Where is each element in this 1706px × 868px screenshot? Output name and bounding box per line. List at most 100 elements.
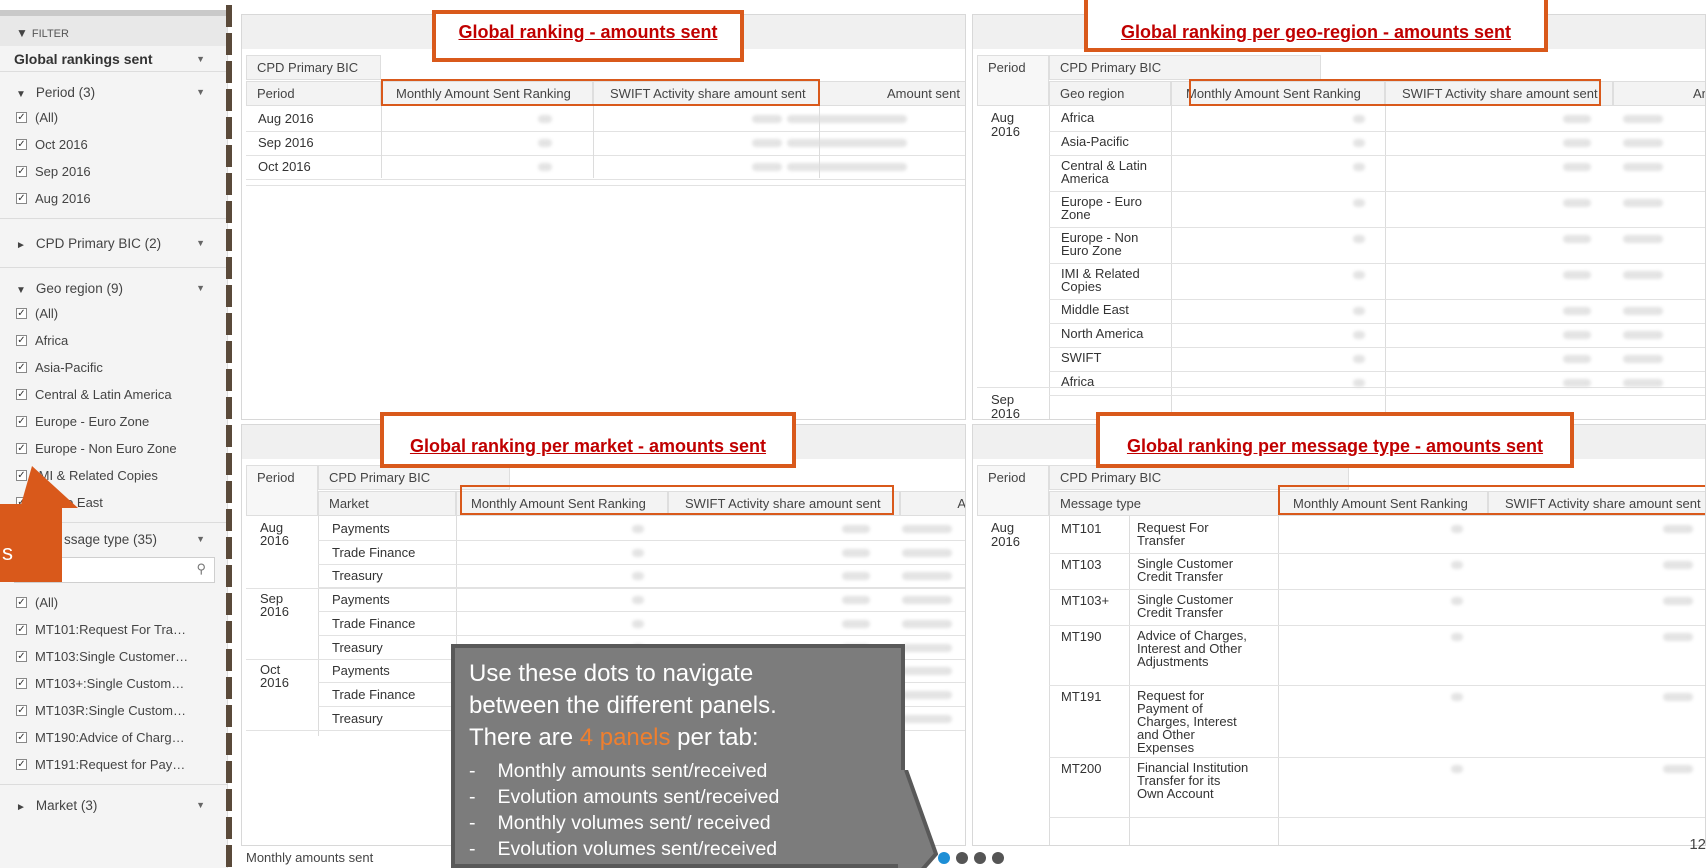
- chevron-down-icon[interactable]: ▼: [196, 238, 205, 248]
- message-desc-cell: Request for Payment of Charges, Interest…: [1137, 688, 1237, 755]
- footer-label: Monthly amounts sent: [246, 850, 374, 865]
- panel-navigation-dots: [938, 852, 1004, 864]
- hidden-value: [1623, 355, 1663, 363]
- filter-option[interactable]: ✓ MT190:Advice of Charg…: [0, 724, 227, 751]
- checkbox[interactable]: ✓: [16, 166, 27, 177]
- hidden-value: [1623, 331, 1663, 339]
- hidden-value: [1663, 561, 1693, 569]
- filter-option[interactable]: ✓ (All): [0, 300, 227, 327]
- checkbox[interactable]: ✓: [16, 678, 27, 689]
- header-share: SWIFT Activity share amount sent: [593, 81, 819, 106]
- filter-option[interactable]: ✓ Africa: [0, 327, 227, 354]
- geo-filter-title[interactable]: ▼ Geo region (9) ▼: [0, 276, 227, 300]
- header-period: Period: [246, 81, 381, 106]
- checkbox[interactable]: ✓: [16, 416, 27, 427]
- hidden-value: [1563, 199, 1591, 207]
- chevron-down-icon[interactable]: ▼: [196, 283, 205, 293]
- filter-option-label: Africa: [35, 333, 69, 348]
- period-cell: Oct 2016: [260, 662, 289, 690]
- period-cell: Aug 2016: [260, 520, 289, 548]
- filter-option[interactable]: ✓ MT103R:Single Custom…: [0, 697, 227, 724]
- panel-title-message-type[interactable]: Global ranking per message type - amount…: [1096, 412, 1574, 468]
- nav-dot-2[interactable]: [956, 852, 968, 864]
- panel-title-global-ranking[interactable]: Global ranking - amounts sent: [432, 10, 744, 62]
- filter-option[interactable]: ✓ Central & Latin America: [0, 381, 227, 408]
- row-divider: [1049, 817, 1705, 818]
- expand-icon[interactable]: ►: [16, 240, 26, 251]
- panel-message-type: Period CPD Primary BIC Message type Mont…: [972, 424, 1706, 846]
- filter-option-label: MT103:Single Customer…: [35, 649, 189, 664]
- panel-title-geo-region[interactable]: Global ranking per geo-region - amounts …: [1084, 0, 1548, 52]
- panel-title-market[interactable]: Global ranking per market - amounts sent: [380, 412, 796, 468]
- checkbox[interactable]: ✓: [16, 624, 27, 635]
- hidden-value: [902, 714, 952, 723]
- chevron-down-icon[interactable]: ▼: [196, 54, 205, 64]
- nav-dot-3[interactable]: [974, 852, 986, 864]
- hidden-value: [842, 619, 870, 628]
- hidden-value: [1563, 307, 1591, 315]
- hidden-value: [752, 139, 782, 147]
- collapse-icon[interactable]: ▼: [16, 285, 26, 296]
- collapse-icon[interactable]: ▼: [16, 89, 26, 100]
- market-filter-title[interactable]: ► Market (3) ▼: [0, 793, 227, 817]
- checkbox[interactable]: ✓: [16, 759, 27, 770]
- splitter-handle[interactable]: [226, 5, 232, 868]
- chevron-down-icon[interactable]: ▼: [196, 534, 205, 544]
- page-number: 12: [1689, 836, 1706, 853]
- filter-option[interactable]: ✓ MT103+:Single Custom…: [0, 670, 227, 697]
- cpd-filter-title[interactable]: ► CPD Primary BIC (2) ▼: [0, 231, 227, 255]
- hidden-value: [1353, 235, 1365, 243]
- filter-option[interactable]: ✓ MT191:Request for Pay…: [0, 751, 227, 778]
- hidden-value: [1663, 765, 1693, 773]
- hidden-value: [902, 667, 952, 676]
- hidden-value: [1353, 163, 1365, 171]
- message-code-cell: MT101: [1061, 521, 1102, 536]
- checkbox[interactable]: ✓: [16, 705, 27, 716]
- checkbox[interactable]: ✓: [16, 139, 27, 150]
- checkbox[interactable]: ✓: [16, 597, 27, 608]
- checkbox[interactable]: ✓: [16, 112, 27, 123]
- expand-icon[interactable]: ►: [16, 802, 26, 813]
- filter-option[interactable]: ✓ Oct 2016: [0, 131, 227, 158]
- hidden-value: [1623, 163, 1663, 171]
- tooltip-line-3: There are 4 panels per tab:: [469, 722, 901, 754]
- filter-option[interactable]: ✓ (All): [0, 589, 227, 616]
- nav-dot-1[interactable]: [938, 852, 950, 864]
- checkbox[interactable]: ✓: [16, 362, 27, 373]
- checkbox[interactable]: ✓: [16, 732, 27, 743]
- hidden-value: [842, 596, 870, 605]
- chevron-down-icon[interactable]: ▼: [196, 87, 205, 97]
- filter-option[interactable]: ✓ (All): [0, 104, 227, 131]
- chevron-down-icon[interactable]: ▼: [196, 800, 205, 810]
- tooltip-line-3a: There are: [469, 724, 580, 751]
- checkbox[interactable]: ✓: [16, 308, 27, 319]
- panel-global-ranking: CPD Primary BIC Period Monthly Amount Se…: [241, 14, 966, 420]
- row-divider: [1049, 685, 1705, 686]
- market-cell: Payments: [332, 521, 390, 536]
- checkbox[interactable]: ✓: [16, 389, 27, 400]
- header-rank: Monthly Amount Sent Ranking: [456, 491, 668, 516]
- search-icon[interactable]: ⚲: [196, 561, 206, 577]
- row-divider: [1049, 323, 1705, 324]
- header-period: Period: [977, 465, 1049, 516]
- hidden-value: [1451, 561, 1463, 569]
- nav-dot-4[interactable]: [992, 852, 1004, 864]
- market-cell: Trade Finance: [332, 615, 416, 631]
- rankings-selector[interactable]: Global rankings sent ▼: [0, 46, 227, 72]
- filter-option[interactable]: ✓ Aug 2016: [0, 185, 227, 212]
- checkbox[interactable]: ✓: [16, 443, 27, 454]
- filter-option[interactable]: ✓ Sep 2016: [0, 158, 227, 185]
- market-filter: ► Market (3) ▼: [0, 785, 227, 823]
- filter-option[interactable]: ✓ MT101:Request For Tra…: [0, 616, 227, 643]
- period-filter-title[interactable]: ▼ Period (3) ▼: [0, 80, 227, 104]
- row-divider: [1049, 131, 1705, 132]
- filter-option[interactable]: ✓ Asia-Pacific: [0, 354, 227, 381]
- hidden-value: [1563, 139, 1591, 147]
- checkbox[interactable]: ✓: [16, 651, 27, 662]
- filter-option[interactable]: ✓ MT103:Single Customer…: [0, 643, 227, 670]
- checkbox[interactable]: ✓: [16, 193, 27, 204]
- hidden-value: [538, 139, 552, 147]
- checkbox[interactable]: ✓: [16, 335, 27, 346]
- filter-option[interactable]: ✓ Europe - Euro Zone: [0, 408, 227, 435]
- filter-option[interactable]: ✓ Europe - Non Euro Zone: [0, 435, 227, 462]
